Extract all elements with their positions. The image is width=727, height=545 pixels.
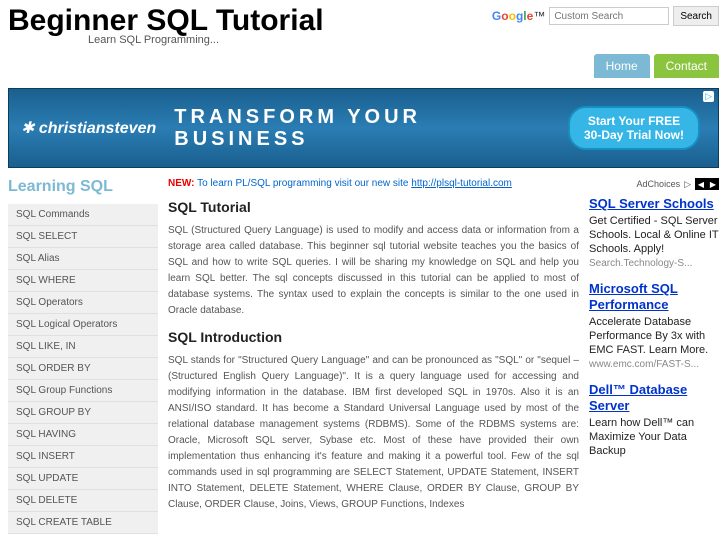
paragraph-intro: SQL stands for "Structured Query Languag… xyxy=(168,353,579,513)
sidebar-item[interactable]: SQL Group Functions xyxy=(8,380,158,402)
banner-logo: ✱ christiansteven xyxy=(21,118,156,138)
ad-description: Get Certified - SQL Server Schools. Loca… xyxy=(589,214,719,256)
sidebar: Learning SQL SQL CommandsSQL SELECTSQL A… xyxy=(8,178,158,534)
sidebar-item[interactable]: SQL UPDATE xyxy=(8,468,158,490)
sidebar-item[interactable]: SQL SELECT xyxy=(8,226,158,248)
new-notice: NEW: To learn PL/SQL programming visit o… xyxy=(168,178,579,189)
nav-bar: Home Contact xyxy=(0,46,727,84)
sidebar-item[interactable]: SQL DELETE xyxy=(8,490,158,512)
main-content: NEW: To learn PL/SQL programming visit o… xyxy=(168,178,579,534)
banner-cta-button[interactable]: Start Your FREE30-Day Trial Now! xyxy=(568,106,700,150)
nav-contact[interactable]: Contact xyxy=(654,54,719,78)
ad-block: SQL Server Schools Get Certified - SQL Se… xyxy=(589,196,719,269)
ad-block: Microsoft SQL PerformanceAccelerate Data… xyxy=(589,281,719,370)
adchoices-label[interactable]: AdChoices xyxy=(637,179,681,189)
heading-intro: SQL Introduction xyxy=(168,329,579,345)
ad-description: Learn how Dell™ can Maximize Your Data B… xyxy=(589,416,719,458)
ad-description: Accelerate Database Performance By 3x wi… xyxy=(589,315,719,357)
sidebar-item[interactable]: SQL LIKE, IN xyxy=(8,336,158,358)
sidebar-item[interactable]: SQL ORDER BY xyxy=(8,358,158,380)
adchoices-bar: AdChoices ▷ ◀ ▶ xyxy=(589,178,719,190)
paragraph-tutorial: SQL (Structured Query Language) is used … xyxy=(168,223,579,319)
ad-marker-icon: ▷ xyxy=(703,91,714,102)
ad-block: Dell™ Database ServerLearn how Dell™ can… xyxy=(589,382,719,458)
ad-prev-icon[interactable]: ◀ xyxy=(695,178,707,190)
banner-message: TRANSFORM YOURBUSINESS xyxy=(174,106,421,150)
search-bar: Google™ Search xyxy=(492,6,719,26)
adchoices-icon: ▷ xyxy=(684,179,691,190)
plsql-link[interactable]: http://plsql-tutorial.com xyxy=(411,178,512,189)
ad-title-link[interactable]: Microsoft SQL Performance xyxy=(589,281,719,313)
sidebar-item[interactable]: SQL CREATE TABLE xyxy=(8,512,158,534)
sidebar-item[interactable]: SQL Alias xyxy=(8,248,158,270)
search-button[interactable]: Search xyxy=(673,6,719,26)
sidebar-title: Learning SQL xyxy=(8,178,158,196)
sidebar-item[interactable]: SQL HAVING xyxy=(8,424,158,446)
site-tagline: Learn SQL Programming... xyxy=(88,34,719,46)
sidebar-item[interactable]: SQL Operators xyxy=(8,292,158,314)
ad-url: Search.Technology-S... xyxy=(589,258,719,269)
ad-next-icon[interactable]: ▶ xyxy=(707,178,719,190)
ad-title-link[interactable]: Dell™ Database Server xyxy=(589,382,719,414)
sidebar-item[interactable]: SQL Logical Operators xyxy=(8,314,158,336)
ad-url: www.emc.com/FAST-S... xyxy=(589,359,719,370)
search-input[interactable] xyxy=(549,7,669,25)
sidebar-item[interactable]: SQL Commands xyxy=(8,204,158,226)
ad-banner[interactable]: ▷ ✱ christiansteven TRANSFORM YOURBUSINE… xyxy=(8,88,719,168)
sidebar-item[interactable]: SQL WHERE xyxy=(8,270,158,292)
heading-tutorial: SQL Tutorial xyxy=(168,199,579,215)
nav-home[interactable]: Home xyxy=(594,54,650,78)
right-column: AdChoices ▷ ◀ ▶ SQL Server Schools Get Ce… xyxy=(589,178,719,534)
ad-title-link[interactable]: SQL Server Schools xyxy=(589,196,719,212)
google-logo-icon: Google™ xyxy=(492,9,545,23)
sidebar-item[interactable]: SQL GROUP BY xyxy=(8,402,158,424)
sidebar-item[interactable]: SQL INSERT xyxy=(8,446,158,468)
